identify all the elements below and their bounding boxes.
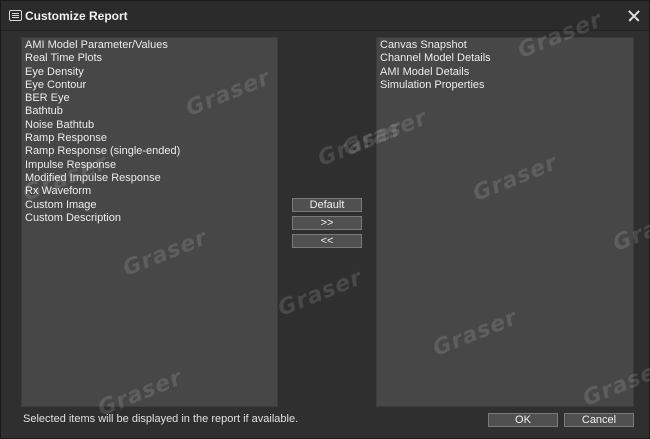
add-items-button[interactable]: >> bbox=[292, 216, 362, 230]
list-item[interactable]: Custom Description bbox=[22, 212, 277, 225]
list-item[interactable]: Bathtub bbox=[22, 105, 277, 118]
available-items-list[interactable]: AMI Model Parameter/Values Real Time Plot… bbox=[21, 37, 278, 407]
remove-items-button[interactable]: << bbox=[292, 234, 362, 248]
watermark: Graser bbox=[274, 265, 367, 322]
list-item[interactable]: Canvas Snapshot bbox=[377, 39, 633, 52]
selected-items-list[interactable]: Canvas Snapshot Channel Model Details AMI … bbox=[376, 37, 634, 407]
list-item[interactable]: Noise Bathtub bbox=[22, 119, 277, 132]
list-item[interactable]: Custom Image bbox=[22, 199, 277, 212]
list-item[interactable]: Modified Impulse Response bbox=[22, 172, 277, 185]
list-item[interactable]: BER Eye bbox=[22, 92, 277, 105]
list-item[interactable]: Simulation Properties bbox=[377, 79, 633, 92]
report-app-icon bbox=[9, 10, 22, 21]
footer-note: Selected items will be displayed in the … bbox=[23, 413, 299, 425]
list-item[interactable]: AMI Model Parameter/Values bbox=[22, 39, 277, 52]
ok-button[interactable]: OK bbox=[488, 413, 558, 427]
dialog-title: Customize Report bbox=[25, 9, 128, 23]
list-item[interactable]: Impulse Response bbox=[22, 159, 277, 172]
list-item[interactable]: Eye Contour bbox=[22, 79, 277, 92]
close-icon[interactable] bbox=[623, 5, 645, 27]
list-item[interactable]: Rx Waveform bbox=[22, 185, 277, 198]
list-item[interactable]: Ramp Response bbox=[22, 132, 277, 145]
cancel-button[interactable]: Cancel bbox=[564, 413, 634, 427]
default-button[interactable]: Default bbox=[292, 198, 362, 212]
list-item[interactable]: AMI Model Details bbox=[377, 66, 633, 79]
customize-report-dialog: Customize Report AMI Model Parameter/Val… bbox=[0, 0, 650, 439]
list-item[interactable]: Eye Density bbox=[22, 66, 277, 79]
list-item[interactable]: Real Time Plots bbox=[22, 52, 277, 65]
list-item[interactable]: Ramp Response (single-ended) bbox=[22, 145, 277, 158]
list-item[interactable]: Channel Model Details bbox=[377, 52, 633, 65]
title-bar: Customize Report bbox=[1, 1, 649, 31]
